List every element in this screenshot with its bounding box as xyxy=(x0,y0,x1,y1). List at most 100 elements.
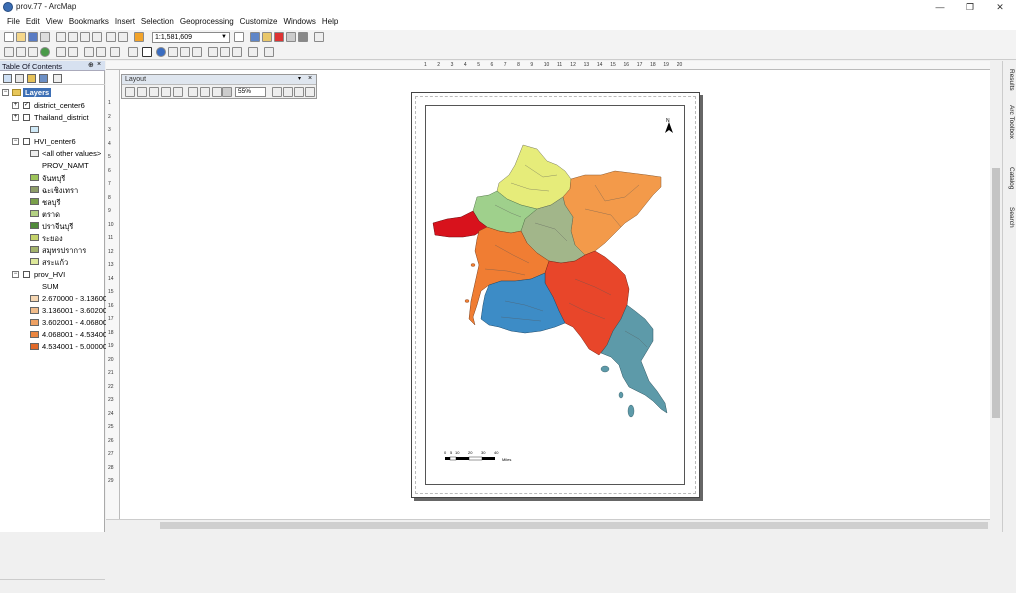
editor-icon[interactable] xyxy=(234,32,244,42)
select-elements-icon[interactable] xyxy=(142,47,152,57)
toc-row-layers[interactable]: − Layers xyxy=(0,87,105,98)
toolbar-options-icon-2[interactable] xyxy=(264,47,274,57)
create-viewer-icon[interactable] xyxy=(248,47,258,57)
legend-item[interactable]: ปราจีนบุรี xyxy=(0,220,105,231)
legend-item[interactable]: สระแก้ว xyxy=(0,256,105,267)
identify-icon[interactable] xyxy=(156,47,166,57)
menu-bookmarks[interactable]: Bookmarks xyxy=(66,15,112,30)
full-extent-icon[interactable] xyxy=(40,47,50,57)
class-item[interactable]: 3.136001 - 3.602000 xyxy=(0,305,111,316)
list-by-drawing-order-icon[interactable] xyxy=(3,74,12,83)
zoom-percent-select[interactable]: 55% xyxy=(235,87,266,97)
toggle-draft-mode-icon[interactable] xyxy=(272,87,282,97)
legend-item[interactable]: ตราด xyxy=(0,208,105,219)
back-icon[interactable] xyxy=(84,47,94,57)
list-by-visibility-icon[interactable] xyxy=(27,74,36,83)
open-icon[interactable] xyxy=(16,32,26,42)
menu-view[interactable]: View xyxy=(43,15,66,30)
class-item[interactable]: 4.534001 - 5.000000 xyxy=(0,341,111,352)
catalog-icon[interactable] xyxy=(262,32,272,42)
menu-file[interactable]: File xyxy=(4,15,23,30)
zoom-out-icon[interactable] xyxy=(16,47,26,57)
layout-pan-icon[interactable] xyxy=(149,87,159,97)
print-icon[interactable] xyxy=(40,32,50,42)
copy-icon[interactable] xyxy=(68,32,78,42)
list-by-source-icon[interactable] xyxy=(15,74,24,83)
collapse-icon[interactable]: − xyxy=(12,138,19,145)
time-slider-icon[interactable] xyxy=(232,47,242,57)
menu-geoprocessing[interactable]: Geoprocessing xyxy=(177,15,237,30)
chevron-down-icon[interactable]: ▼ xyxy=(221,32,227,43)
close-icon[interactable]: × xyxy=(97,61,101,68)
layout-toolbar-titlebar[interactable]: Layout ▾ × xyxy=(122,75,316,85)
restore-button[interactable]: ❐ xyxy=(960,1,980,13)
menu-insert[interactable]: Insert xyxy=(112,15,138,30)
menu-selection[interactable]: Selection xyxy=(138,15,177,30)
collapse-icon[interactable]: − xyxy=(2,89,9,96)
select-features-icon[interactable] xyxy=(110,47,120,57)
zoom-100-icon[interactable] xyxy=(173,87,183,97)
pin-icon[interactable]: ⊕ xyxy=(88,61,94,69)
layer-visibility-checkbox[interactable] xyxy=(23,114,30,121)
close-button[interactable]: ✕ xyxy=(990,1,1010,13)
delete-icon[interactable] xyxy=(92,32,102,42)
legend-item[interactable]: จันทบุรี xyxy=(0,172,105,183)
toc-layer-hvi-center6[interactable]: − HVI_center6 xyxy=(0,136,105,147)
class-item[interactable]: 4.068001 - 4.534000 xyxy=(0,329,111,340)
change-layout-icon[interactable] xyxy=(294,87,304,97)
add-data-icon[interactable] xyxy=(134,32,144,42)
forward-icon[interactable] xyxy=(96,47,106,57)
close-icon[interactable]: × xyxy=(308,75,312,82)
toc-layer-prov-hvi[interactable]: − prov_HVI xyxy=(0,269,105,280)
find-icon[interactable] xyxy=(168,47,178,57)
html-popup-icon[interactable] xyxy=(220,47,230,57)
data-driven-pages-icon[interactable] xyxy=(305,87,315,97)
fixed-zoom-out-icon[interactable] xyxy=(68,47,78,57)
legend-item[interactable]: ชลบุรี xyxy=(0,196,105,207)
model-builder-icon[interactable] xyxy=(298,32,308,42)
fixed-zoom-out-page-icon[interactable] xyxy=(200,87,210,97)
redo-icon[interactable] xyxy=(118,32,128,42)
dock-tab-search[interactable]: Search xyxy=(1005,207,1015,228)
chevron-down-icon[interactable]: ▾ xyxy=(298,75,301,82)
arctoolbox-icon[interactable] xyxy=(274,32,284,42)
minimize-button[interactable]: — xyxy=(930,1,950,13)
class-item[interactable]: 2.670000 - 3.136000 xyxy=(0,293,111,304)
layer-visibility-checkbox[interactable]: ✓ xyxy=(23,102,30,109)
python-icon[interactable] xyxy=(286,32,296,42)
previous-extent-icon[interactable] xyxy=(212,87,222,97)
legend-item[interactable]: ระยอง xyxy=(0,232,105,243)
layout-zoom-out-icon[interactable] xyxy=(137,87,147,97)
table-of-contents-icon[interactable] xyxy=(250,32,260,42)
save-icon[interactable] xyxy=(28,32,38,42)
toc-layer-district-center6[interactable]: + ✓ district_center6 xyxy=(0,100,105,111)
pan-icon[interactable] xyxy=(28,47,38,57)
menu-windows[interactable]: Windows xyxy=(280,15,318,30)
layer-visibility-checkbox[interactable] xyxy=(23,271,30,278)
collapse-icon[interactable]: − xyxy=(12,271,19,278)
expand-icon[interactable]: + xyxy=(12,102,19,109)
toc-layer-thailand-district[interactable]: + Thailand_district xyxy=(0,112,105,123)
fixed-zoom-in-icon[interactable] xyxy=(56,47,66,57)
focus-data-frame-icon[interactable] xyxy=(283,87,293,97)
hyperlink-icon[interactable] xyxy=(208,47,218,57)
dock-tab-results[interactable]: Results xyxy=(1005,69,1015,91)
expand-icon[interactable]: + xyxy=(12,114,19,121)
zoom-whole-page-icon[interactable] xyxy=(161,87,171,97)
horizontal-scrollbar-thumb[interactable] xyxy=(160,522,988,529)
measure-icon[interactable] xyxy=(192,47,202,57)
toc-horizontal-scrollbar[interactable] xyxy=(0,579,105,593)
region-orange-ne[interactable] xyxy=(562,170,662,256)
map-scale-input[interactable]: 1:1,581,609 xyxy=(152,32,230,43)
map-svg[interactable] xyxy=(425,105,685,485)
next-extent-icon[interactable] xyxy=(222,87,232,97)
menu-customize[interactable]: Customize xyxy=(237,15,281,30)
paste-icon[interactable] xyxy=(80,32,90,42)
class-item[interactable]: 3.602001 - 4.068000 xyxy=(0,317,111,328)
dock-tab-arctoolbox[interactable]: Arc Toolbox xyxy=(1005,105,1015,139)
find-route-icon[interactable] xyxy=(180,47,190,57)
scale-bar[interactable]: 0 5 10 20 30 40 Miles xyxy=(444,450,524,466)
dock-tab-catalog[interactable]: Catalog xyxy=(1005,167,1015,189)
toc-options-icon[interactable] xyxy=(53,74,62,83)
menu-edit[interactable]: Edit xyxy=(23,15,43,30)
